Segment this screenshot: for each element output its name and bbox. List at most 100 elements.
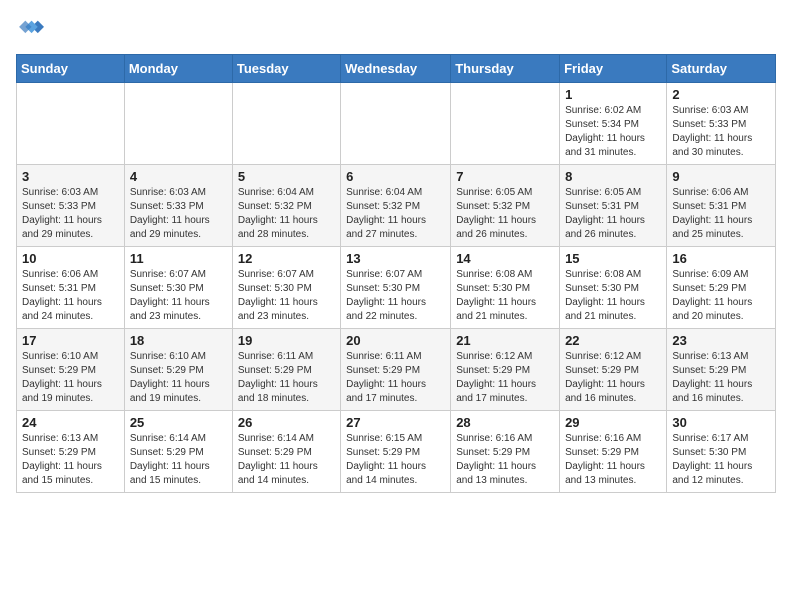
calendar-cell: 11 Sunrise: 6:07 AM Sunset: 5:30 PM Dayli… bbox=[124, 247, 232, 329]
calendar-cell: 1 Sunrise: 6:02 AM Sunset: 5:34 PM Daylig… bbox=[560, 83, 667, 165]
day-info: Sunrise: 6:16 AM Sunset: 5:29 PM Dayligh… bbox=[565, 432, 661, 488]
day-info: Sunrise: 6:10 AM Sunset: 5:29 PM Dayligh… bbox=[22, 350, 119, 406]
day-info: Sunrise: 6:14 AM Sunset: 5:29 PM Dayligh… bbox=[130, 432, 227, 488]
calendar-cell: 7 Sunrise: 6:05 AM Sunset: 5:32 PM Daylig… bbox=[451, 165, 560, 247]
calendar-cell: 13 Sunrise: 6:07 AM Sunset: 5:30 PM Dayli… bbox=[341, 247, 451, 329]
calendar-cell: 26 Sunrise: 6:14 AM Sunset: 5:29 PM Dayli… bbox=[232, 411, 340, 493]
calendar-cell: 9 Sunrise: 6:06 AM Sunset: 5:31 PM Daylig… bbox=[667, 165, 776, 247]
day-number: 24 bbox=[22, 415, 119, 430]
day-info: Sunrise: 6:03 AM Sunset: 5:33 PM Dayligh… bbox=[22, 186, 119, 242]
day-info: Sunrise: 6:05 AM Sunset: 5:31 PM Dayligh… bbox=[565, 186, 661, 242]
calendar-table: SundayMondayTuesdayWednesdayThursdayFrid… bbox=[16, 54, 776, 493]
day-number: 11 bbox=[130, 251, 227, 266]
day-number: 7 bbox=[456, 169, 554, 184]
day-info: Sunrise: 6:03 AM Sunset: 5:33 PM Dayligh… bbox=[672, 104, 770, 160]
calendar-cell: 6Sunrise: 6:04 AM Sunset: 5:32 PM Daylig… bbox=[341, 165, 451, 247]
calendar-cell: 16 Sunrise: 6:09 AM Sunset: 5:29 PM Dayli… bbox=[667, 247, 776, 329]
weekday-header: Wednesday bbox=[341, 55, 451, 83]
calendar-cell: 29Sunrise: 6:16 AM Sunset: 5:29 PM Dayli… bbox=[560, 411, 667, 493]
day-info: Sunrise: 6:06 AM Sunset: 5:31 PM Dayligh… bbox=[22, 268, 119, 324]
day-number: 2 bbox=[672, 87, 770, 102]
day-number: 28 bbox=[456, 415, 554, 430]
day-number: 26 bbox=[238, 415, 335, 430]
calendar-cell: 12 Sunrise: 6:07 AM Sunset: 5:30 PM Dayli… bbox=[232, 247, 340, 329]
day-info: Sunrise: 6:08 AM Sunset: 5:30 PM Dayligh… bbox=[565, 268, 661, 324]
day-info: Sunrise: 6:13 AM Sunset: 5:29 PM Dayligh… bbox=[22, 432, 119, 488]
weekday-header: Monday bbox=[124, 55, 232, 83]
day-number: 22 bbox=[565, 333, 661, 348]
calendar-cell: 22 Sunrise: 6:12 AM Sunset: 5:29 PM Dayli… bbox=[560, 329, 667, 411]
day-number: 5 bbox=[238, 169, 335, 184]
calendar-cell: 2 Sunrise: 6:03 AM Sunset: 5:33 PM Daylig… bbox=[667, 83, 776, 165]
calendar-cell bbox=[124, 83, 232, 165]
logo-icon bbox=[16, 16, 44, 44]
day-number: 6 bbox=[346, 169, 445, 184]
day-number: 27 bbox=[346, 415, 445, 430]
weekday-header: Sunday bbox=[17, 55, 125, 83]
calendar-week-row: 3 Sunrise: 6:03 AM Sunset: 5:33 PM Daylig… bbox=[17, 165, 776, 247]
day-number: 8 bbox=[565, 169, 661, 184]
day-number: 13 bbox=[346, 251, 445, 266]
calendar-cell: 20Sunrise: 6:11 AM Sunset: 5:29 PM Dayli… bbox=[341, 329, 451, 411]
weekday-header: Thursday bbox=[451, 55, 560, 83]
calendar-cell: 28Sunrise: 6:16 AM Sunset: 5:29 PM Dayli… bbox=[451, 411, 560, 493]
day-info: Sunrise: 6:12 AM Sunset: 5:29 PM Dayligh… bbox=[565, 350, 661, 406]
calendar-cell: 5 Sunrise: 6:04 AM Sunset: 5:32 PM Daylig… bbox=[232, 165, 340, 247]
calendar-cell: 27 Sunrise: 6:15 AM Sunset: 5:29 PM Dayli… bbox=[341, 411, 451, 493]
day-number: 16 bbox=[672, 251, 770, 266]
day-info: Sunrise: 6:09 AM Sunset: 5:29 PM Dayligh… bbox=[672, 268, 770, 324]
weekday-header: Saturday bbox=[667, 55, 776, 83]
calendar-cell: 30Sunrise: 6:17 AM Sunset: 5:30 PM Dayli… bbox=[667, 411, 776, 493]
day-number: 1 bbox=[565, 87, 661, 102]
day-info: Sunrise: 6:05 AM Sunset: 5:32 PM Dayligh… bbox=[456, 186, 554, 242]
calendar-cell: 23 Sunrise: 6:13 AM Sunset: 5:29 PM Dayli… bbox=[667, 329, 776, 411]
day-info: Sunrise: 6:02 AM Sunset: 5:34 PM Dayligh… bbox=[565, 104, 661, 160]
day-info: Sunrise: 6:06 AM Sunset: 5:31 PM Dayligh… bbox=[672, 186, 770, 242]
day-info: Sunrise: 6:07 AM Sunset: 5:30 PM Dayligh… bbox=[130, 268, 227, 324]
day-info: Sunrise: 6:15 AM Sunset: 5:29 PM Dayligh… bbox=[346, 432, 445, 488]
day-info: Sunrise: 6:14 AM Sunset: 5:29 PM Dayligh… bbox=[238, 432, 335, 488]
day-info: Sunrise: 6:07 AM Sunset: 5:30 PM Dayligh… bbox=[238, 268, 335, 324]
calendar-cell: 3 Sunrise: 6:03 AM Sunset: 5:33 PM Daylig… bbox=[17, 165, 125, 247]
day-number: 10 bbox=[22, 251, 119, 266]
calendar-week-row: 17 Sunrise: 6:10 AM Sunset: 5:29 PM Dayli… bbox=[17, 329, 776, 411]
day-info: Sunrise: 6:08 AM Sunset: 5:30 PM Dayligh… bbox=[456, 268, 554, 324]
calendar-week-row: 1 Sunrise: 6:02 AM Sunset: 5:34 PM Daylig… bbox=[17, 83, 776, 165]
calendar-cell bbox=[232, 83, 340, 165]
day-number: 20 bbox=[346, 333, 445, 348]
day-info: Sunrise: 6:04 AM Sunset: 5:32 PM Dayligh… bbox=[238, 186, 335, 242]
calendar-cell bbox=[341, 83, 451, 165]
day-number: 3 bbox=[22, 169, 119, 184]
day-number: 4 bbox=[130, 169, 227, 184]
page: SundayMondayTuesdayWednesdayThursdayFrid… bbox=[0, 0, 792, 509]
calendar-week-row: 10 Sunrise: 6:06 AM Sunset: 5:31 PM Dayli… bbox=[17, 247, 776, 329]
day-number: 14 bbox=[456, 251, 554, 266]
day-info: Sunrise: 6:17 AM Sunset: 5:30 PM Dayligh… bbox=[672, 432, 770, 488]
day-number: 18 bbox=[130, 333, 227, 348]
calendar-cell: 19Sunrise: 6:11 AM Sunset: 5:29 PM Dayli… bbox=[232, 329, 340, 411]
calendar-cell bbox=[451, 83, 560, 165]
day-info: Sunrise: 6:03 AM Sunset: 5:33 PM Dayligh… bbox=[130, 186, 227, 242]
calendar-cell: 24 Sunrise: 6:13 AM Sunset: 5:29 PM Dayli… bbox=[17, 411, 125, 493]
calendar-week-row: 24 Sunrise: 6:13 AM Sunset: 5:29 PM Dayli… bbox=[17, 411, 776, 493]
header bbox=[16, 16, 776, 44]
logo bbox=[16, 16, 48, 44]
weekday-header: Tuesday bbox=[232, 55, 340, 83]
weekday-header: Friday bbox=[560, 55, 667, 83]
day-number: 9 bbox=[672, 169, 770, 184]
calendar-cell: 17 Sunrise: 6:10 AM Sunset: 5:29 PM Dayli… bbox=[17, 329, 125, 411]
day-number: 21 bbox=[456, 333, 554, 348]
day-number: 25 bbox=[130, 415, 227, 430]
day-info: Sunrise: 6:13 AM Sunset: 5:29 PM Dayligh… bbox=[672, 350, 770, 406]
calendar-cell: 25 Sunrise: 6:14 AM Sunset: 5:29 PM Dayli… bbox=[124, 411, 232, 493]
calendar-cell: 10 Sunrise: 6:06 AM Sunset: 5:31 PM Dayli… bbox=[17, 247, 125, 329]
calendar-cell: 4 Sunrise: 6:03 AM Sunset: 5:33 PM Daylig… bbox=[124, 165, 232, 247]
calendar-cell: 14 Sunrise: 6:08 AM Sunset: 5:30 PM Dayli… bbox=[451, 247, 560, 329]
day-info: Sunrise: 6:12 AM Sunset: 5:29 PM Dayligh… bbox=[456, 350, 554, 406]
day-number: 12 bbox=[238, 251, 335, 266]
day-number: 23 bbox=[672, 333, 770, 348]
calendar-cell bbox=[17, 83, 125, 165]
calendar-cell: 15Sunrise: 6:08 AM Sunset: 5:30 PM Dayli… bbox=[560, 247, 667, 329]
day-number: 17 bbox=[22, 333, 119, 348]
day-info: Sunrise: 6:07 AM Sunset: 5:30 PM Dayligh… bbox=[346, 268, 445, 324]
